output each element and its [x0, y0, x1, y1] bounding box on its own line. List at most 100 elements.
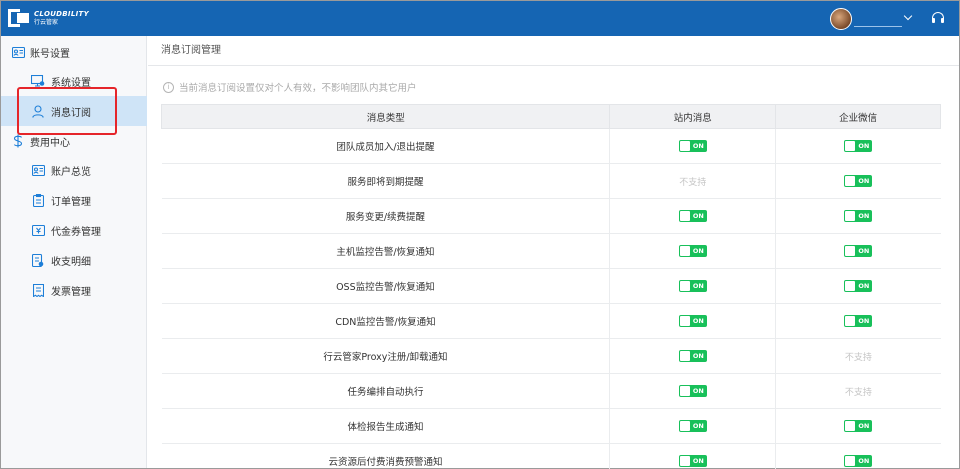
sidebar-item-label: 代金券管理 — [51, 226, 101, 238]
unsupported-label: 不支持 — [844, 387, 872, 398]
cell-site-message: ON — [609, 338, 776, 374]
toggle-knob — [845, 246, 856, 256]
wechat-work-toggle[interactable]: ON — [844, 175, 873, 187]
cell-wechat-work: ON — [775, 163, 941, 199]
toggle-label: ON — [858, 142, 870, 150]
wechat-work-toggle[interactable]: ON — [844, 315, 873, 327]
column-header-type: 消息类型 — [160, 104, 611, 129]
site-message-toggle[interactable]: ON — [678, 350, 707, 362]
toggle-knob — [679, 351, 690, 361]
voucher-icon — [31, 223, 45, 237]
brand-name-cn: 行云管家 — [34, 18, 59, 26]
cell-site-message: 不支持 — [609, 163, 776, 199]
ledger-icon — [31, 253, 45, 267]
sidebar-group-label: 费用中心 — [30, 137, 70, 149]
cell-wechat-work: ON — [775, 233, 941, 269]
headset-icon[interactable] — [932, 12, 944, 25]
message-type: 云资源后付费消费预警通知 — [161, 443, 610, 469]
message-type: 行云管家Proxy注册/卸载通知 — [161, 338, 610, 374]
message-type: 体检报告生成通知 — [161, 408, 610, 444]
main-content: 消息订阅管理 i 当前消息订阅设置仅对个人有效，不影响团队内其它用户 消息类型 … — [148, 36, 959, 469]
cell-site-message: ON — [609, 233, 776, 269]
toggle-knob — [679, 421, 690, 431]
toggle-label: ON — [858, 317, 870, 325]
brand-name-en: CLOUDBILITY — [34, 9, 89, 18]
site-message-toggle[interactable]: ON — [678, 420, 707, 432]
sidebar-group-0[interactable]: 账号设置 — [1, 38, 147, 66]
toggle-knob — [679, 456, 690, 466]
message-type: 任务编排自动执行 — [161, 373, 610, 409]
table-row: 云资源后付费消费预警通知 ON ON — [161, 443, 941, 469]
table-row: CDN监控告警/恢复通知 ON ON — [161, 303, 941, 339]
wechat-work-toggle[interactable]: ON — [844, 280, 873, 292]
table-row: 主机监控告警/恢复通知 ON ON — [161, 233, 941, 269]
message-type: CDN监控告警/恢复通知 — [161, 303, 610, 339]
chevron-down-icon[interactable] — [903, 11, 913, 21]
toggle-knob — [679, 281, 690, 291]
cell-wechat-work: ON — [775, 408, 941, 444]
brand-logo[interactable]: CLOUDBILITY 行云管家 — [8, 7, 89, 29]
monitor-gear-icon — [31, 74, 45, 88]
unsupported-label: 不支持 — [844, 352, 872, 363]
toggle-knob — [845, 176, 856, 186]
column-header-wechat-work: 企业微信 — [775, 104, 941, 129]
sidebar-item-1-4[interactable]: 发票管理 — [1, 275, 147, 305]
site-message-toggle[interactable]: ON — [678, 385, 707, 397]
site-message-toggle[interactable]: ON — [678, 245, 707, 257]
message-type: OSS监控告警/恢复通知 — [161, 268, 610, 304]
notice-text: 当前消息订阅设置仅对个人有效，不影响团队内其它用户 — [179, 83, 417, 94]
wechat-work-toggle[interactable]: ON — [844, 245, 873, 257]
sidebar-item-1-0[interactable]: 账户总览 — [1, 155, 147, 185]
wechat-work-toggle[interactable]: ON — [844, 210, 873, 222]
toggle-knob — [845, 456, 856, 466]
message-type: 服务即将到期提醒 — [161, 163, 610, 199]
toggle-label: ON — [692, 352, 704, 360]
sidebar-item-1-1[interactable]: 订单管理 — [1, 185, 147, 215]
sidebar-group-label: 账号设置 — [30, 48, 70, 60]
table-row: 体检报告生成通知 ON ON — [161, 408, 941, 444]
site-message-toggle[interactable]: ON — [678, 210, 707, 222]
avatar[interactable] — [830, 8, 852, 30]
sidebar-item-1-3[interactable]: 收支明细 — [1, 245, 147, 275]
toggle-knob — [845, 141, 856, 151]
toggle-knob — [679, 246, 690, 256]
toggle-label: ON — [858, 282, 870, 290]
subscription-table: 消息类型 站内消息 企业微信 团队成员加入/退出提醒 ON ON 服务即将到期提醒 不支… — [160, 104, 941, 469]
wechat-work-toggle[interactable]: ON — [844, 420, 873, 432]
sidebar-item-label: 发票管理 — [51, 286, 91, 298]
table-row: 任务编排自动执行 ON 不支持 — [161, 373, 941, 409]
cell-wechat-work: ON — [775, 268, 941, 304]
toggle-label: ON — [858, 177, 870, 185]
toggle-knob — [845, 316, 856, 326]
site-message-toggle[interactable]: ON — [678, 280, 707, 292]
table-header-row: 消息类型 站内消息 企业微信 — [160, 104, 941, 129]
cloudbility-logo-icon — [8, 7, 30, 29]
toggle-knob — [845, 211, 856, 221]
username-placeholder[interactable] — [854, 26, 902, 27]
sidebar-item-1-2[interactable]: 代金券管理 — [1, 215, 147, 245]
invoice-icon — [31, 283, 45, 297]
toggle-label: ON — [692, 282, 704, 290]
cell-site-message: ON — [609, 128, 776, 164]
highlight-annotation — [17, 87, 117, 135]
wechat-work-toggle[interactable]: ON — [844, 140, 873, 152]
site-message-toggle[interactable]: ON — [678, 315, 707, 327]
info-icon: i — [163, 81, 174, 93]
table-row: 服务即将到期提醒 不支持 ON — [161, 163, 941, 199]
table-row: 团队成员加入/退出提醒 ON ON — [161, 128, 941, 164]
toggle-knob — [679, 141, 690, 151]
cell-wechat-work: 不支持 — [775, 373, 941, 409]
toggle-label: ON — [692, 422, 704, 430]
toggle-label: ON — [858, 457, 870, 465]
toggle-knob — [845, 281, 856, 291]
toggle-knob — [679, 211, 690, 221]
wechat-work-toggle[interactable]: ON — [844, 455, 873, 467]
site-message-toggle[interactable]: ON — [678, 140, 707, 152]
toggle-label: ON — [692, 212, 704, 220]
cell-site-message: ON — [609, 303, 776, 339]
table-row: OSS监控告警/恢复通知 ON ON — [161, 268, 941, 304]
table-row: 行云管家Proxy注册/卸载通知 ON 不支持 — [161, 338, 941, 374]
id-card-icon — [11, 45, 25, 59]
site-message-toggle[interactable]: ON — [678, 455, 707, 467]
toggle-knob — [679, 316, 690, 326]
